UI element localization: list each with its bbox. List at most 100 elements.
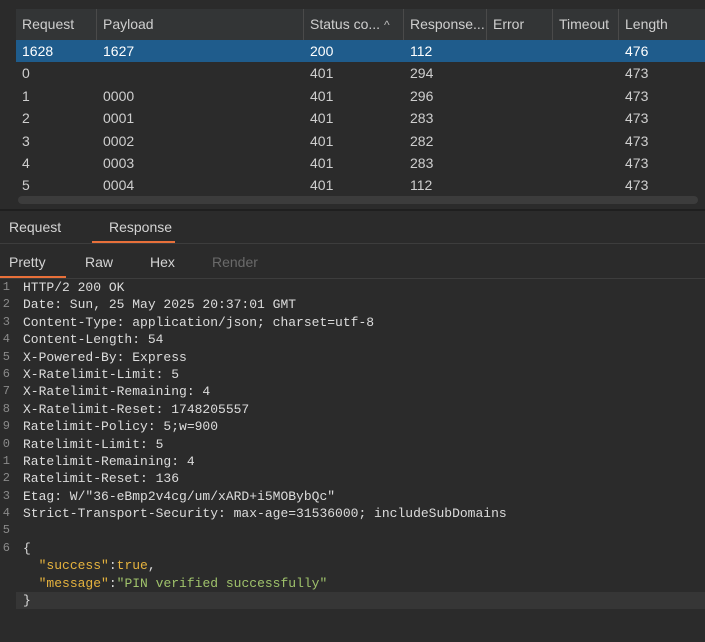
line-number: 7: [2, 384, 10, 399]
response-body[interactable]: HTTP/2 200 OK Date: Sun, 25 May 2025 20:3…: [16, 279, 705, 642]
line-number: 5: [2, 349, 10, 364]
column-header-error[interactable]: Error: [487, 9, 553, 40]
cell-length: 473: [625, 110, 649, 127]
code-line-text: Ratelimit-Remaining: 4: [23, 453, 195, 469]
column-header-request[interactable]: Request: [16, 9, 97, 40]
code-line: Content-Length: 54: [16, 331, 705, 348]
cell-length: 473: [625, 87, 649, 104]
cell-timeout: [553, 107, 619, 129]
code-line: "message":"PIN verified successfully": [38, 575, 328, 591]
code-line: Ratelimit-Remaining: 4: [16, 453, 705, 470]
table-row[interactable]: 1 0000 401 296 473: [16, 85, 705, 107]
cell-response: 294: [410, 65, 434, 82]
cell-error: [487, 107, 553, 129]
cell-payload: 0001: [103, 110, 135, 127]
column-header-response-received[interactable]: Response...: [404, 9, 487, 40]
panel-divider[interactable]: [0, 209, 705, 211]
tab-pretty[interactable]: Pretty: [0, 247, 66, 278]
cell-length: 473: [625, 154, 649, 171]
cell-status: 401: [310, 110, 334, 127]
cell-status: 401: [310, 177, 334, 194]
cell-error: [487, 174, 553, 194]
code-line-text: Ratelimit-Reset: 136: [23, 471, 180, 487]
column-header-timeout[interactable]: Timeout: [553, 9, 619, 40]
cell-length: 473: [625, 132, 649, 149]
code-line: Etag: W/"36-eBmp2v4cg/um/xARD+i5MOBybQc": [16, 488, 705, 505]
code-line: Date: Sun, 25 May 2025 20:37:01 GMT: [16, 296, 705, 313]
column-header-label: Status co...: [310, 16, 381, 32]
table-row[interactable]: 0 401 294 473: [16, 62, 705, 84]
line-number: [0, 592, 14, 609]
column-header-label: Length: [625, 16, 668, 32]
scrollbar-thumb[interactable]: [18, 196, 698, 204]
horizontal-scrollbar[interactable]: [16, 194, 705, 206]
cell-timeout: [553, 85, 619, 107]
sort-ascending-icon: ^: [384, 18, 390, 32]
line-number: 3: [2, 488, 10, 503]
code-line: X-Ratelimit-Limit: 5: [16, 366, 705, 383]
line-number: 6: [2, 540, 10, 555]
column-header-label: Request: [22, 16, 75, 32]
json-close-brace: }: [23, 593, 31, 609]
tab-hex[interactable]: Hex: [131, 247, 197, 278]
cell-payload: 0002: [103, 132, 135, 149]
code-line: X-Ratelimit-Reset: 1748205557: [16, 401, 705, 418]
code-line-text: Content-Length: 54: [23, 332, 164, 348]
cell-response: 283: [410, 154, 434, 171]
line-number: 3: [2, 314, 10, 329]
table-row[interactable]: 3 0002 401 282 473: [16, 130, 705, 152]
line-number: 0: [2, 436, 10, 451]
cell-status: 401: [310, 132, 334, 149]
cell-timeout: [553, 62, 619, 84]
cell-request: 2: [22, 110, 30, 127]
line-number: 2: [2, 471, 10, 486]
code-line: "success":true,: [38, 558, 156, 574]
tab-request[interactable]: Request: [0, 212, 74, 243]
line-number: 1: [2, 280, 10, 294]
table-row[interactable]: 4 0003 401 283 473: [16, 152, 705, 174]
json-key-message: "message": [38, 575, 109, 591]
column-header-status-code[interactable]: Status co... ^: [304, 9, 404, 40]
table-row[interactable]: 5 0004 401 112 473: [16, 174, 705, 194]
cell-response: 282: [410, 132, 434, 149]
code-line-text: Ratelimit-Limit: 5: [23, 436, 164, 452]
response-editor[interactable]: 1 2 3 4 5 6 7 8 9 0 1 2 3 4 5 6 HTTP/2 200 OK Date: Sun,…: [0, 279, 705, 642]
code-line-current: }: [16, 592, 705, 610]
cell-request: 0: [22, 65, 30, 82]
cell-error: [487, 152, 553, 174]
code-line: Ratelimit-Reset: 136: [16, 470, 705, 487]
column-header-label: Payload: [103, 16, 154, 32]
table-body: 1628 1627 200 112 476 0 401 294 473 1 0000 401 296 47…: [16, 40, 705, 194]
cell-request: 1: [22, 87, 30, 104]
code-line-text: X-Ratelimit-Remaining: 4: [23, 384, 211, 400]
code-line: HTTP/2 200 OK: [16, 279, 705, 296]
cell-response: 296: [410, 87, 434, 104]
cell-payload: 0003: [103, 154, 135, 171]
json-value-success: true: [116, 558, 148, 574]
cell-status: 401: [310, 65, 334, 82]
column-header-length[interactable]: Length: [619, 9, 705, 40]
cell-response: 112: [410, 43, 433, 59]
column-header-payload[interactable]: Payload: [97, 9, 304, 40]
tab-response[interactable]: Response: [92, 212, 175, 243]
code-line-text: Etag: W/"36-eBmp2v4cg/um/xARD+i5MOBybQc": [23, 488, 336, 504]
code-line-text: Date: Sun, 25 May 2025 20:37:01 GMT: [23, 297, 297, 313]
cell-payload: 0000: [103, 87, 135, 104]
json-open-brace: {: [23, 540, 31, 556]
line-number-gutter: 1 2 3 4 5 6 7 8 9 0 1 2 3 4 5 6: [0, 279, 14, 642]
cell-length: 473: [625, 65, 649, 82]
code-line: Ratelimit-Limit: 5: [16, 436, 705, 453]
json-value-message: "PIN verified successfully": [116, 575, 328, 591]
line-number: [0, 575, 14, 592]
results-table: Request Payload Status co... ^ Response..…: [16, 9, 705, 194]
column-header-label: Response...: [410, 16, 485, 32]
code-line-text: Ratelimit-Policy: 5;w=900: [23, 419, 219, 435]
table-header: Request Payload Status co... ^ Response..…: [16, 9, 705, 40]
tab-raw[interactable]: Raw: [66, 247, 131, 278]
table-row[interactable]: 1628 1627 200 112 476: [16, 40, 705, 63]
cell-status: 401: [310, 87, 334, 104]
code-line-text: X-Ratelimit-Limit: 5: [23, 366, 180, 382]
code-line-text: X-Powered-By: Express: [23, 349, 187, 365]
table-row[interactable]: 2 0001 401 283 473: [16, 107, 705, 129]
